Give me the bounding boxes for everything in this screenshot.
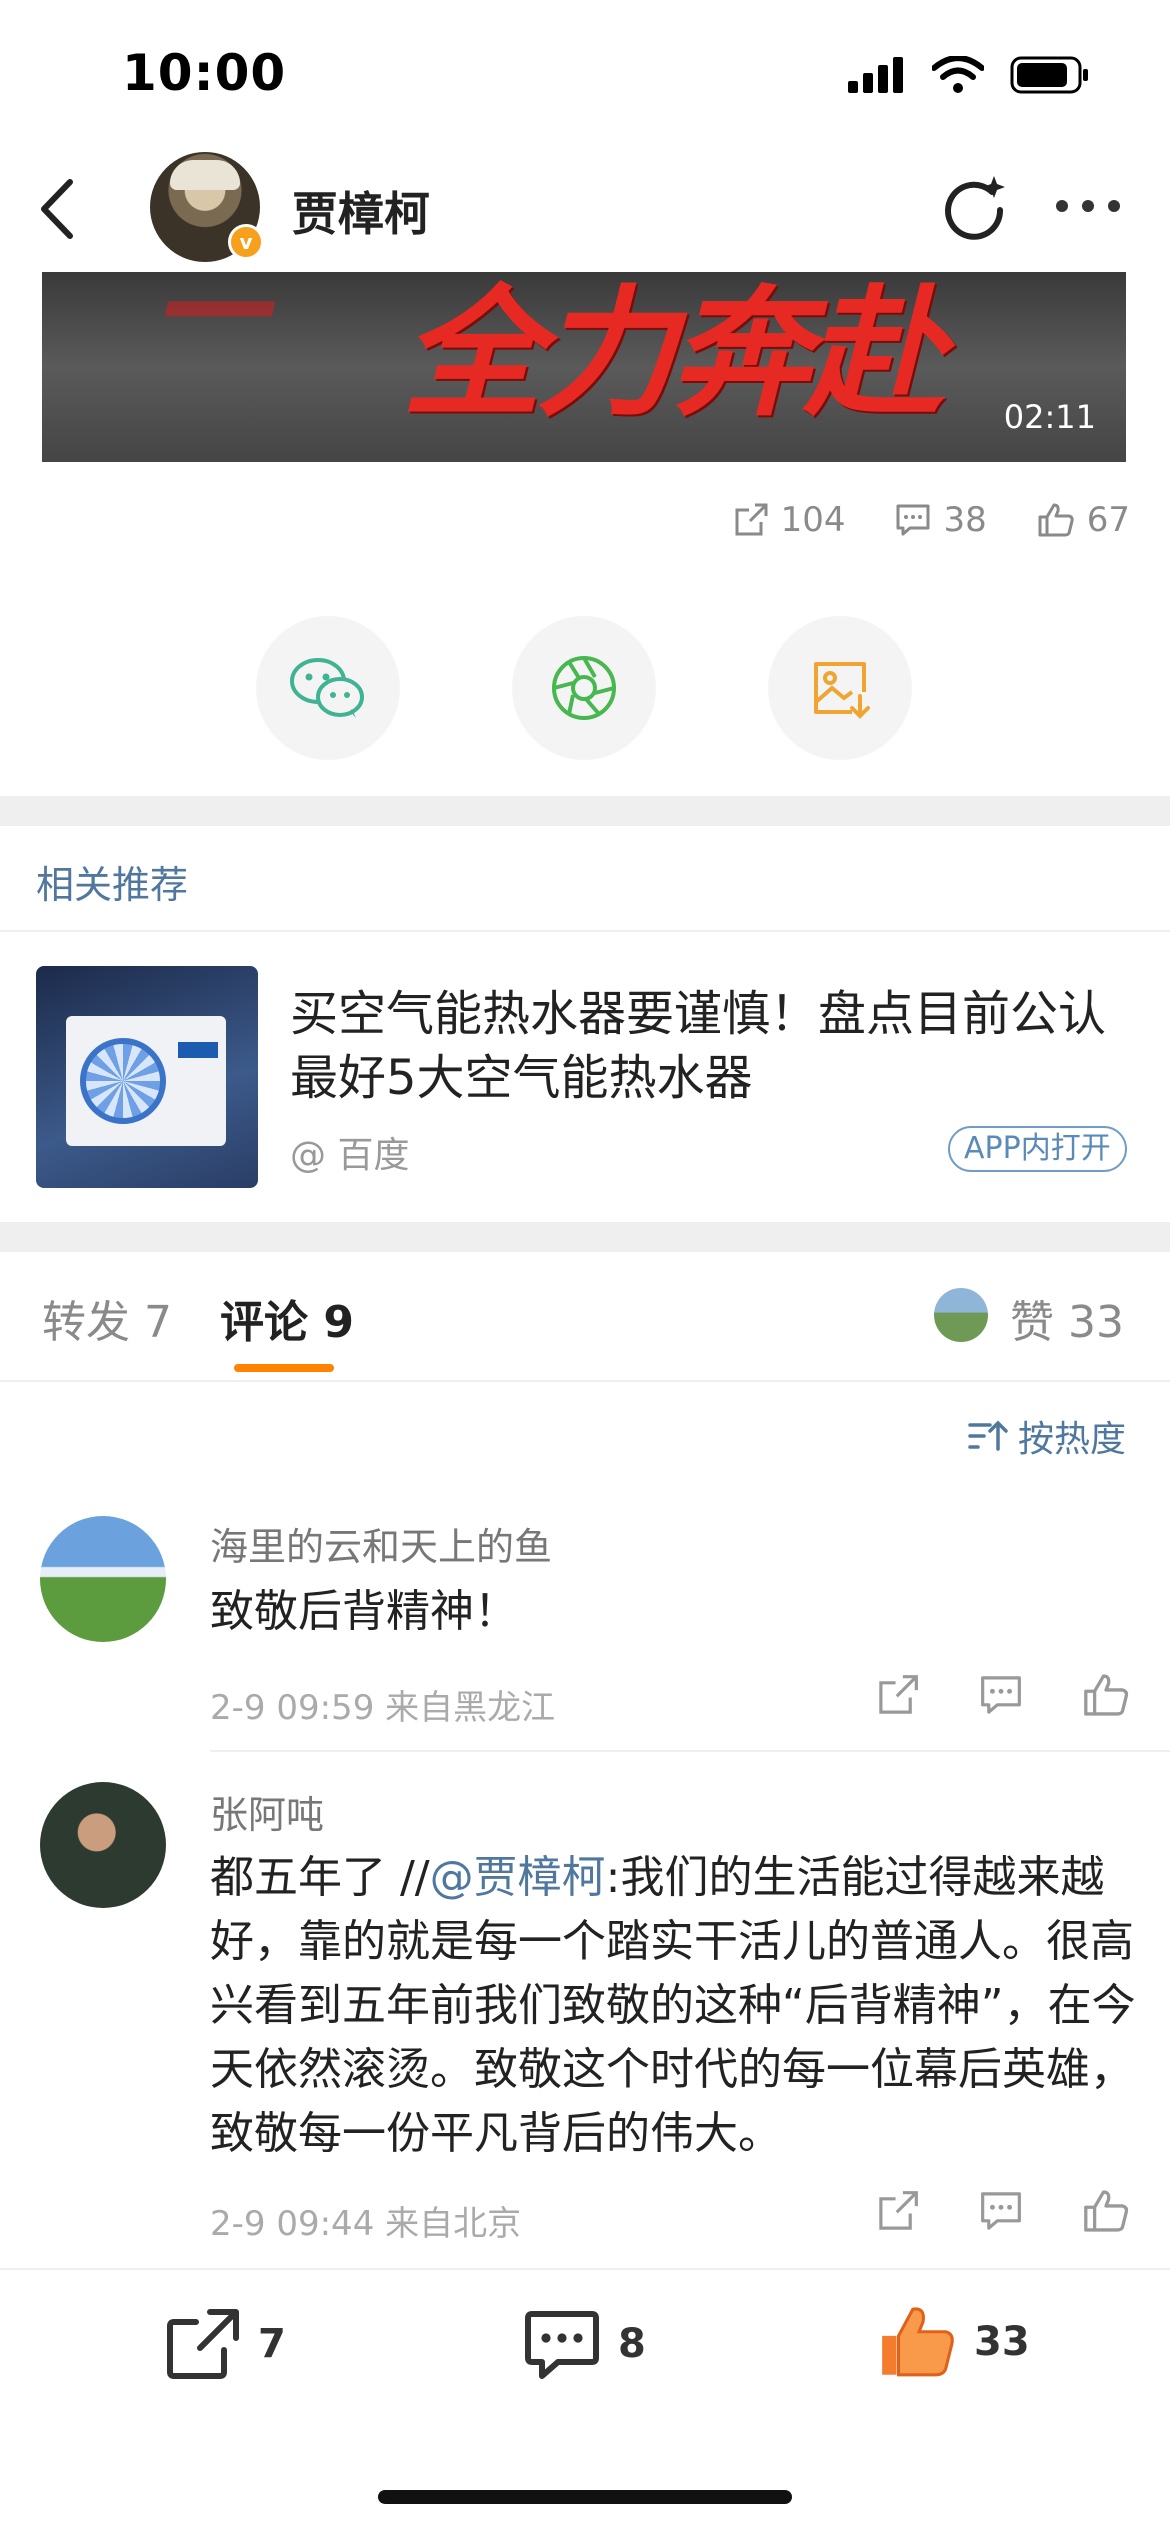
comment-like-icon[interactable] (1082, 1672, 1130, 1718)
bottom-repost-button[interactable]: 7 (162, 2306, 286, 2382)
signal-icon (848, 57, 903, 93)
comment-actions (876, 1672, 1130, 1718)
like-count: 67 (1086, 500, 1130, 540)
bottom-comment-button[interactable]: 8 (522, 2306, 646, 2382)
more-icon[interactable] (1056, 200, 1120, 212)
tab-comment[interactable]: 评论 9 (220, 1286, 354, 1350)
comment-text: 致敬后背精神！ (210, 1586, 518, 1637)
bottom-like-button[interactable]: 33 (876, 2302, 1030, 2382)
wechat-icon (290, 658, 364, 718)
video-overlay-text: 全力奔赴 (402, 273, 944, 436)
refresh-spark-icon[interactable] (940, 170, 1010, 240)
comment-divider (210, 1750, 1170, 1752)
active-tab-indicator (234, 1364, 334, 1372)
bottom-bar-divider (0, 2268, 1170, 2270)
section-divider (0, 796, 1170, 826)
comment-meta: 2-9 09:59 来自黑龙江 (210, 1688, 556, 1728)
comment-icon (525, 2311, 599, 2379)
video-background-text: — (162, 272, 282, 371)
moments-icon (552, 656, 616, 720)
back-icon[interactable] (30, 174, 90, 244)
comment-reply-icon[interactable] (978, 1673, 1024, 1717)
like-filled-icon (882, 2307, 954, 2377)
share-row (256, 616, 912, 760)
user-name[interactable]: 贾樟柯 (292, 178, 430, 244)
comment-text: 都五年了 //@贾樟柯:我们的生活能过得越来越好，靠的就是每一个踏实干活儿的普通… (210, 1846, 1140, 2166)
repost-icon (735, 503, 768, 536)
comment-count: 38 (943, 500, 987, 540)
comment-stat[interactable]: 38 (895, 500, 987, 540)
post-stats: 104 38 67 (733, 500, 1130, 540)
save-image-button[interactable] (768, 616, 912, 760)
comment-like-icon[interactable] (1082, 2188, 1130, 2234)
like-icon (1038, 503, 1074, 537)
sort-icon (968, 1420, 1008, 1451)
like-stat[interactable]: 67 (1037, 500, 1130, 540)
divider (0, 1380, 1170, 1382)
comment-avatar[interactable] (40, 1516, 166, 1642)
share-moments-button[interactable] (512, 616, 656, 760)
sort-button[interactable]: 按热度 (968, 1410, 1126, 1462)
comment-reply-icon[interactable] (978, 2189, 1024, 2233)
bottom-like-count: 33 (974, 2319, 1030, 2365)
liker-avatar (934, 1288, 988, 1342)
fan-grill (80, 1038, 166, 1124)
brand-plate (178, 1042, 218, 1058)
save-image-icon (814, 662, 870, 719)
battery-icon (1010, 56, 1088, 94)
home-indicator (378, 2490, 792, 2504)
verified-badge: v (228, 224, 264, 260)
related-source: @ 百度 (290, 1135, 410, 1176)
comment-avatar[interactable] (40, 1782, 166, 1908)
section-divider (0, 1222, 1170, 1252)
tab-forward[interactable]: 转发 7 (42, 1286, 172, 1350)
related-section-title: 相关推荐 (36, 863, 189, 907)
user-avatar[interactable]: v (150, 152, 264, 262)
bottom-comment-count: 8 (618, 2321, 646, 2367)
repost-icon (167, 2309, 239, 2379)
wifi-icon (932, 56, 984, 93)
status-time: 10:00 (122, 44, 287, 102)
mention-link[interactable]: @贾樟柯 (430, 1852, 606, 1903)
comment-repost-icon[interactable] (876, 2189, 920, 2233)
comment-icon (896, 504, 930, 536)
related-title[interactable]: 买空气能热水器要谨慎！盘点目前公认最好5大空气能热水器 (290, 982, 1130, 1110)
sort-label: 按热度 (1017, 1419, 1126, 1460)
comment-prefix: 都五年了 // (210, 1852, 430, 1903)
nav-bar: v 贾樟柯 (0, 140, 1170, 270)
comment-author[interactable]: 张阿吨 (210, 1784, 324, 1839)
repost-stat[interactable]: 104 (733, 500, 846, 540)
share-wechat-button[interactable] (256, 616, 400, 760)
video-duration: 02:11 (1003, 398, 1096, 436)
related-thumbnail[interactable] (36, 966, 258, 1188)
bottom-repost-count: 7 (258, 2321, 286, 2367)
comment-author[interactable]: 海里的云和天上的鱼 (210, 1516, 552, 1571)
comment-repost-icon[interactable] (876, 1673, 920, 1717)
video-player[interactable]: — 全力奔赴 02:11 (42, 272, 1126, 462)
tab-like[interactable]: 赞 33 (1010, 1286, 1124, 1350)
repost-count: 104 (780, 500, 846, 540)
air-heater-unit (66, 1016, 226, 1146)
comment-meta: 2-9 09:44 来自北京 (210, 2204, 522, 2244)
open-in-app-badge[interactable]: APP内打开 (948, 1126, 1127, 1172)
divider (0, 930, 1170, 932)
status-icons (848, 56, 1090, 94)
comment-actions (876, 2188, 1130, 2234)
